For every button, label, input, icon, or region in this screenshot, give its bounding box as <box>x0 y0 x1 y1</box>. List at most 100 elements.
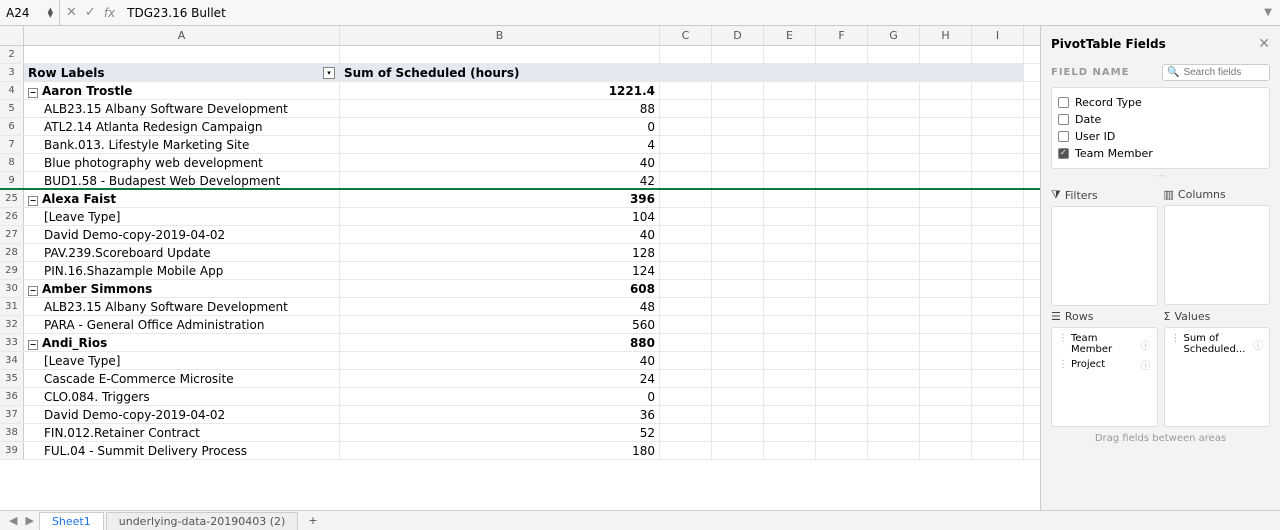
cell[interactable]: 104 <box>340 208 660 225</box>
row-header[interactable]: 36 <box>0 388 24 405</box>
cell[interactable] <box>712 46 764 63</box>
cell[interactable] <box>764 82 816 99</box>
row-header[interactable]: 8 <box>0 154 24 171</box>
cell[interactable]: 52 <box>340 424 660 441</box>
cell[interactable] <box>920 316 972 333</box>
row-header[interactable]: 30 <box>0 280 24 297</box>
cell[interactable] <box>712 424 764 441</box>
cell[interactable] <box>816 64 868 81</box>
col-header-C[interactable]: C <box>660 26 712 45</box>
cell[interactable] <box>816 154 868 171</box>
cell[interactable] <box>764 244 816 261</box>
cell[interactable] <box>972 118 1024 135</box>
cell[interactable] <box>868 100 920 117</box>
cell[interactable] <box>764 226 816 243</box>
cell[interactable] <box>868 316 920 333</box>
cell[interactable]: Cascade E-Commerce Microsite <box>24 370 340 387</box>
cell[interactable] <box>712 172 764 188</box>
cell[interactable] <box>972 208 1024 225</box>
cell[interactable]: 608 <box>340 280 660 297</box>
pivot-area-item[interactable]: ⋮Projectⓘ <box>1056 356 1153 373</box>
cell[interactable] <box>816 316 868 333</box>
cell[interactable] <box>660 190 712 207</box>
checkbox[interactable] <box>1058 97 1069 108</box>
col-header-F[interactable]: F <box>816 26 868 45</box>
cell[interactable] <box>660 388 712 405</box>
cell[interactable]: 560 <box>340 316 660 333</box>
cell[interactable] <box>764 298 816 315</box>
col-header-E[interactable]: E <box>764 26 816 45</box>
cell[interactable] <box>868 262 920 279</box>
cell[interactable] <box>920 280 972 297</box>
cell[interactable] <box>816 226 868 243</box>
cell[interactable] <box>972 388 1024 405</box>
values-dropzone[interactable]: ⋮Sum of Scheduled...ⓘ <box>1164 327 1271 427</box>
cell[interactable] <box>764 280 816 297</box>
cell[interactable] <box>868 424 920 441</box>
cell[interactable]: FUL.04 - Summit Delivery Process <box>24 442 340 459</box>
cell[interactable] <box>764 118 816 135</box>
cell[interactable]: −Aaron Trostle <box>24 82 340 99</box>
cell[interactable] <box>764 154 816 171</box>
cell[interactable] <box>764 64 816 81</box>
cell[interactable]: 48 <box>340 298 660 315</box>
cell[interactable] <box>920 46 972 63</box>
cell[interactable]: PIN.16.Shazample Mobile App <box>24 262 340 279</box>
cell[interactable] <box>868 118 920 135</box>
cell[interactable] <box>816 100 868 117</box>
cell[interactable] <box>972 244 1024 261</box>
cell[interactable]: Sum of Scheduled (hours) <box>340 64 660 81</box>
cell[interactable] <box>816 424 868 441</box>
cell[interactable] <box>972 64 1024 81</box>
cell[interactable] <box>816 388 868 405</box>
cell[interactable]: 42 <box>340 172 660 188</box>
cell[interactable] <box>972 226 1024 243</box>
cell[interactable]: 36 <box>340 406 660 423</box>
col-header-D[interactable]: D <box>712 26 764 45</box>
cell[interactable] <box>660 370 712 387</box>
row-header[interactable]: 39 <box>0 442 24 459</box>
cell[interactable] <box>868 298 920 315</box>
cell[interactable] <box>868 352 920 369</box>
drag-handle-icon[interactable]: ⋮ <box>1058 359 1067 370</box>
cell[interactable] <box>972 298 1024 315</box>
cell[interactable]: CLO.084. Triggers <box>24 388 340 405</box>
cell[interactable] <box>972 352 1024 369</box>
row-header[interactable]: 26 <box>0 208 24 225</box>
cell[interactable] <box>764 208 816 225</box>
cell[interactable] <box>868 154 920 171</box>
cell[interactable] <box>868 64 920 81</box>
row-header[interactable]: 27 <box>0 226 24 243</box>
cell[interactable]: FIN.012.Retainer Contract <box>24 424 340 441</box>
prev-sheet-icon[interactable]: ◀ <box>6 514 20 527</box>
cell[interactable] <box>920 82 972 99</box>
cell[interactable] <box>712 406 764 423</box>
cell[interactable] <box>868 280 920 297</box>
cell[interactable] <box>660 280 712 297</box>
cell[interactable] <box>660 64 712 81</box>
add-sheet-button[interactable]: + <box>300 512 325 529</box>
cell[interactable] <box>712 316 764 333</box>
cell[interactable] <box>340 46 660 63</box>
checkbox[interactable] <box>1058 114 1069 125</box>
cell[interactable] <box>972 100 1024 117</box>
cell[interactable] <box>660 406 712 423</box>
row-header[interactable]: 38 <box>0 424 24 441</box>
next-sheet-icon[interactable]: ▶ <box>22 514 36 527</box>
row-header[interactable]: 5 <box>0 100 24 117</box>
cell[interactable]: 0 <box>340 388 660 405</box>
cell[interactable] <box>868 190 920 207</box>
row-header[interactable]: 7 <box>0 136 24 153</box>
cell[interactable] <box>764 406 816 423</box>
fx-label[interactable]: fx <box>104 6 115 20</box>
cell[interactable]: ALB23.15 Albany Software Development <box>24 298 340 315</box>
cell[interactable]: David Demo-copy-2019-04-02 <box>24 226 340 243</box>
cell[interactable] <box>764 262 816 279</box>
cell[interactable] <box>972 406 1024 423</box>
cell[interactable] <box>920 64 972 81</box>
cell[interactable] <box>660 154 712 171</box>
cell[interactable]: 180 <box>340 442 660 459</box>
row-header[interactable]: 4 <box>0 82 24 99</box>
row-header[interactable]: 25 <box>0 190 24 207</box>
cell[interactable] <box>920 442 972 459</box>
